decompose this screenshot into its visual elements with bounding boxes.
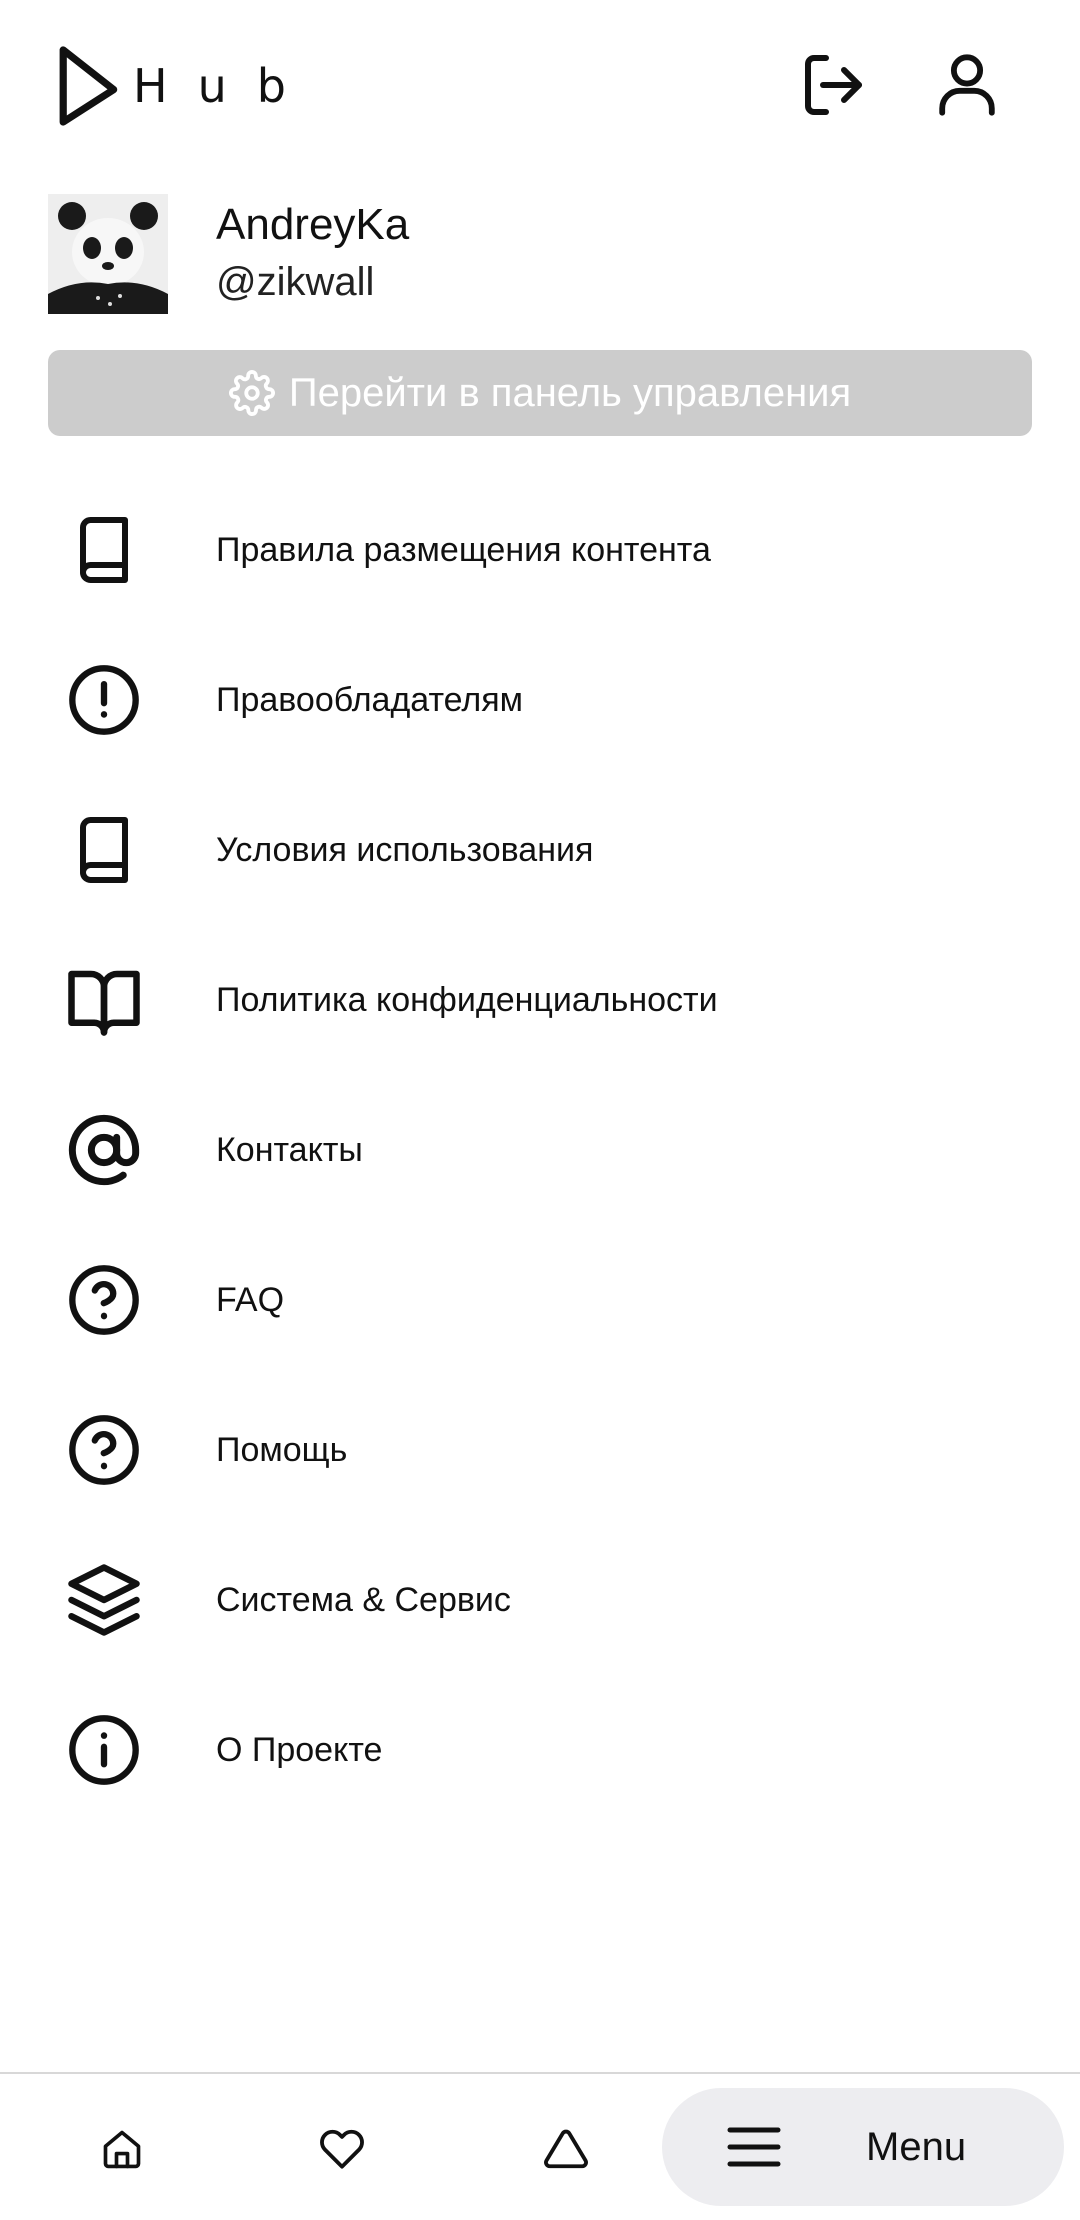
gear-icon bbox=[228, 370, 275, 416]
profile-card[interactable]: AndreyKa @zikwall bbox=[48, 194, 1032, 318]
menu-item-system-service[interactable]: Система & Сервис bbox=[0, 1540, 1080, 1660]
nav-menu-label: Menu bbox=[866, 2124, 967, 2169]
menu-item-label: О Проекте bbox=[216, 1730, 383, 1769]
profile-name: AndreyKa bbox=[216, 200, 410, 249]
profile-button[interactable] bbox=[922, 40, 1012, 130]
profile-handle: @zikwall bbox=[216, 260, 375, 304]
avatar[interactable] bbox=[48, 194, 168, 314]
menu-item-privacy[interactable]: Политика конфиденциальности bbox=[0, 940, 1080, 1060]
at-sign-icon bbox=[62, 1108, 146, 1192]
help-circle-icon bbox=[62, 1408, 146, 1492]
menu-item-contacts[interactable]: Контакты bbox=[0, 1090, 1080, 1210]
play-logo-icon bbox=[59, 46, 118, 126]
menu-item-label: Политика конфиденциальности bbox=[216, 980, 718, 1019]
menu-item-label: Контакты bbox=[216, 1130, 363, 1169]
menu-item-faq[interactable]: FAQ bbox=[0, 1240, 1080, 1360]
app-header: Hub bbox=[0, 0, 1080, 180]
book-open-icon bbox=[62, 958, 146, 1042]
menu-item-terms[interactable]: Условия использования bbox=[0, 790, 1080, 910]
alert-circle-icon bbox=[62, 658, 146, 742]
hamburger-icon bbox=[727, 2127, 781, 2167]
menu-item-about[interactable]: О Проекте bbox=[0, 1690, 1080, 1810]
help-circle-icon bbox=[62, 1258, 146, 1342]
triangle-icon bbox=[544, 2129, 588, 2169]
control-panel-button[interactable]: Перейти в панель управления bbox=[48, 350, 1032, 436]
book-icon bbox=[62, 508, 146, 592]
menu-item-label: Помощь bbox=[216, 1430, 348, 1469]
logout-icon bbox=[805, 55, 862, 115]
app-logo[interactable]: Hub bbox=[56, 36, 316, 136]
menu-item-label: Правила размещения контента bbox=[216, 530, 711, 569]
nav-triangle-button[interactable] bbox=[516, 2104, 616, 2194]
bottom-navigation: Menu bbox=[0, 2072, 1080, 2220]
nav-favorites-button[interactable] bbox=[292, 2104, 392, 2194]
menu-item-copyright-holders[interactable]: Правообладателям bbox=[0, 640, 1080, 760]
menu-item-help[interactable]: Помощь bbox=[0, 1390, 1080, 1510]
layers-icon bbox=[62, 1558, 146, 1642]
nav-menu-button[interactable]: Menu bbox=[662, 2088, 1064, 2206]
menu-item-label: Условия использования bbox=[216, 830, 594, 869]
menu-item-label: FAQ bbox=[216, 1280, 285, 1319]
menu-item-label: Правообладателям bbox=[216, 680, 524, 719]
nav-home-button[interactable] bbox=[72, 2104, 172, 2194]
user-icon bbox=[939, 54, 995, 116]
menu-item-label: Система & Сервис bbox=[216, 1580, 511, 1619]
info-icon bbox=[62, 1708, 146, 1792]
book-icon bbox=[62, 808, 146, 892]
home-icon bbox=[103, 2130, 141, 2169]
logout-button[interactable] bbox=[790, 40, 880, 130]
panda-avatar-image bbox=[48, 194, 168, 314]
menu-item-content-rules[interactable]: Правила размещения контента bbox=[0, 490, 1080, 610]
logo-text: Hub bbox=[133, 59, 316, 113]
heart-icon bbox=[320, 2129, 364, 2169]
control-panel-label: Перейти в панель управления bbox=[288, 370, 852, 415]
